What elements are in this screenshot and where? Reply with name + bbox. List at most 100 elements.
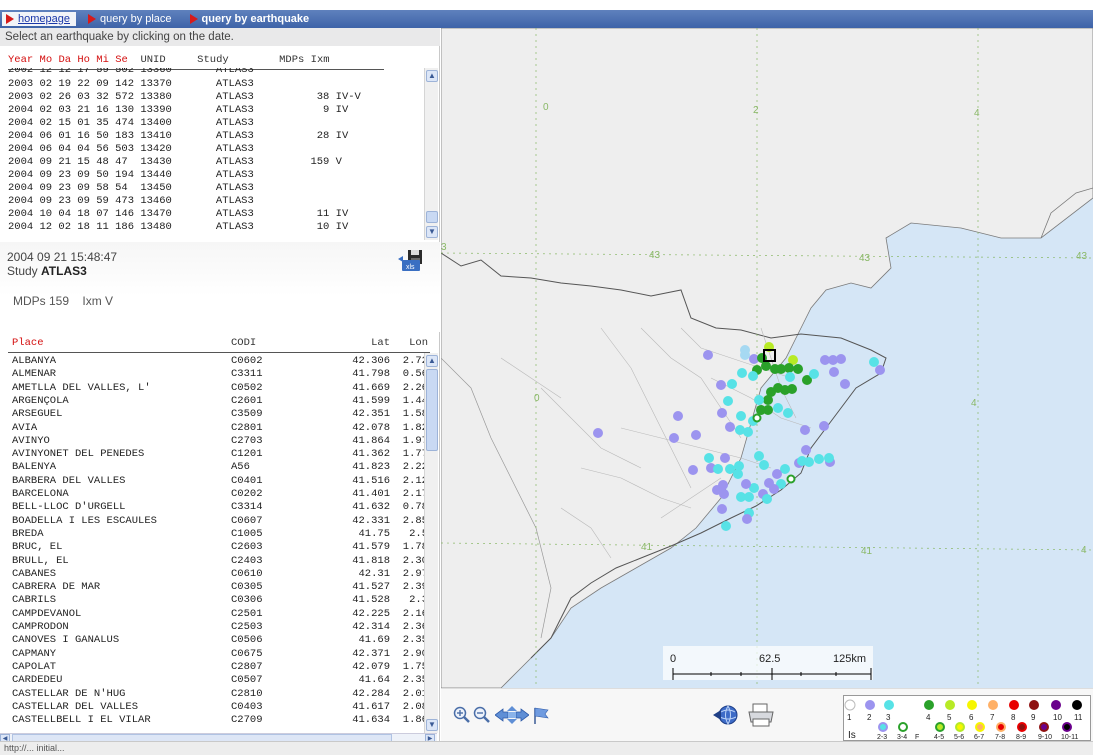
print-icon[interactable] (747, 702, 775, 728)
place-row[interactable]: CARDEDEU C0507 41.64 2.35 (0, 674, 424, 686)
place-codi: C2807 (231, 660, 263, 673)
earthquake-table-header: Year Mo Da Ho Mi Se UNID Study MDPs Ixm (8, 54, 384, 70)
earthquake-row[interactable]: 2004 12 02 18 11 186 13480 ATLAS3 10 IV (8, 221, 348, 233)
place-lat: 41.516 (352, 474, 390, 487)
place-row[interactable]: CABRILS C0306 41.528 2.3 (0, 594, 424, 606)
col-mdps: MDPs (279, 54, 305, 66)
place-row[interactable]: BRULL, EL C2403 41.818 2.30 (0, 555, 424, 567)
place-lon: 2.30 (402, 554, 424, 567)
earthquake-row[interactable]: 2004 06 01 16 50 183 13410 ATLAS3 28 IV (8, 130, 348, 142)
scroll-up-icon[interactable]: ▲ (426, 70, 438, 82)
earthquake-row-selected[interactable]: 2004 09 21 15 48 47 13430 ATLAS3 159 V (8, 156, 342, 168)
place-name: CASTELLAR DE N'HUG (12, 687, 126, 700)
intensity-point (721, 521, 731, 531)
place-row[interactable]: BARBERA DEL VALLES C0401 41.516 2.12 (0, 475, 424, 487)
scroll-up-icon[interactable]: ▲ (426, 355, 438, 367)
place-row[interactable]: BRUC, EL C2603 41.579 1.78 (0, 541, 424, 553)
intensity-point (691, 430, 701, 440)
zoom-in-icon[interactable] (453, 706, 471, 724)
legend-dot (1029, 700, 1039, 710)
earthquake-row[interactable]: 2003 02 26 03 32 572 13380 ATLAS3 38 IV-… (8, 91, 361, 103)
zoom-out-icon[interactable] (473, 706, 491, 724)
triangle-bullet-icon (189, 14, 198, 24)
place-row[interactable]: CABANES C0610 42.31 2.97 (0, 568, 424, 580)
svg-text:3: 3 (441, 242, 447, 253)
place-name: BOADELLA I LES ESCAULES (12, 514, 157, 527)
place-name: BARCELONA (12, 488, 69, 500)
legend-label: 6 (969, 713, 974, 722)
place-row[interactable]: ARGENÇOLA C2601 41.599 1.44 (0, 395, 424, 407)
scroll-thumb[interactable] (426, 369, 438, 451)
place-lat: 42.371 (352, 647, 390, 660)
place-row[interactable]: ALMENAR C3311 41.798 0.56 (0, 368, 424, 380)
place-row[interactable]: CASTELLAR DEL VALLES C0403 41.617 2.08 (0, 701, 424, 713)
place-list-scrollbar[interactable]: ▲ ▼ (424, 353, 438, 733)
nav-query-by-earthquake-link[interactable]: query by earthquake (186, 13, 316, 25)
legend-label: 4-5 (934, 734, 944, 741)
place-row[interactable]: CAPOLAT C2807 42.079 1.75 (0, 661, 424, 673)
place-row[interactable]: BELL-LLOC D'URGELL C3314 41.632 0.78 (0, 501, 424, 513)
place-codi: C2601 (231, 394, 263, 407)
earthquake-list-scrollbar[interactable]: ▲ ▼ (424, 68, 438, 240)
scroll-down-icon[interactable]: ▼ (426, 719, 438, 731)
study-value: ATLAS3 (41, 264, 87, 278)
legend-label: 6-7 (974, 734, 984, 741)
place-row[interactable]: BOADELLA I LES ESCAULES C0607 42.331 2.85 (0, 515, 424, 527)
earthquake-row[interactable]: 2003 02 19 22 09 142 13370 ATLAS3 (8, 78, 254, 90)
svg-text:43: 43 (1076, 251, 1088, 262)
earthquake-row[interactable]: 2004 06 04 04 56 503 13420 ATLAS3 (8, 143, 254, 155)
place-row[interactable]: AVINYO C2703 41.864 1.97 (0, 435, 424, 447)
intensity-point (744, 492, 754, 502)
scroll-down-icon[interactable]: ▼ (426, 226, 438, 238)
place-name: ARGENÇOLA (12, 394, 69, 407)
nav-homepage-link[interactable]: homepage (2, 12, 76, 26)
place-row[interactable]: BALENYA A56 41.823 2.22 (0, 461, 424, 473)
earthquake-row[interactable]: 2004 10 04 18 07 146 13470 ATLAS3 11 IV (8, 208, 348, 220)
place-row[interactable]: BREDA C1005 41.75 2.5 (0, 528, 424, 540)
place-row[interactable]: BARCELONA C0202 41.401 2.17 (0, 488, 424, 500)
place-row[interactable]: CASTELLAR DE N'HUG C2810 42.284 2.01 (0, 688, 424, 700)
place-row[interactable]: AMETLLA DEL VALLES, L' C0502 41.669 2.26 (0, 382, 424, 394)
earthquake-row-partial[interactable]: 2002 12 12 17 59 502 13360 ATLAS3 (8, 68, 254, 76)
col-study: Study (197, 54, 229, 66)
legend-label: 10 (1053, 713, 1062, 722)
place-row[interactable]: CANOVES I GANALUS C0506 41.69 2.35 (0, 634, 424, 646)
map-view[interactable]: 0 2 4 43 43 43 41 41 4 0 4 3 0 62.5 125k… (441, 28, 1093, 688)
place-lon: 2.26 (402, 381, 424, 394)
earthquake-row[interactable]: 2004 09 23 09 59 473 13460 ATLAS3 (8, 195, 254, 207)
place-row[interactable]: CAMPDEVANOL C2501 42.225 2.16 (0, 608, 424, 620)
place-row[interactable]: AVIA C2801 42.078 1.82 (0, 422, 424, 434)
place-row[interactable]: CAMPRODON C2503 42.314 2.36 (0, 621, 424, 633)
globe-icon[interactable] (713, 703, 739, 727)
intensity-point (814, 454, 824, 464)
place-lon: 1.82 (402, 421, 424, 434)
intensity-point (773, 403, 783, 413)
earthquake-row[interactable]: 2004 09 23 09 58 54 13450 ATLAS3 (8, 182, 254, 194)
place-name: CABANES (12, 567, 57, 580)
scroll-thumb[interactable] (426, 211, 438, 223)
earthquake-list: 2002 12 12 17 59 502 13360 ATLAS3 2003 0… (0, 68, 424, 240)
place-lat: 41.75 (358, 527, 390, 540)
nav-query-by-place-link[interactable]: query by place (84, 13, 178, 25)
place-row[interactable]: ARSEGUEL C3509 42.351 1.58 (0, 408, 424, 420)
legend-dot (996, 722, 1006, 732)
identify-flag-icon[interactable] (532, 706, 550, 724)
place-lat: 41.528 (352, 594, 390, 607)
earthquake-row[interactable]: 2004 09 23 09 50 194 13440 ATLAS3 (8, 169, 254, 181)
place-row[interactable]: AVINYONET DEL PENEDES C1201 41.362 1.77 (0, 448, 424, 460)
pan-icon[interactable] (494, 706, 530, 724)
earthquake-row[interactable]: 2004 02 15 01 35 474 13400 ATLAS3 (8, 117, 254, 129)
place-lat: 41.798 (352, 368, 390, 381)
export-xls-icon[interactable]: xls (398, 248, 426, 274)
place-row[interactable]: CAPMANY C0675 42.371 2.90 (0, 648, 424, 660)
place-row[interactable]: ALBANYA C0602 42.306 2.72 (0, 355, 424, 367)
nav-query-by-place-label: query by place (100, 13, 172, 25)
place-lon: 2.12 (402, 474, 424, 487)
nav-homepage-label: homepage (18, 13, 70, 25)
earthquake-row[interactable]: 2004 02 03 21 16 130 13390 ATLAS3 9 IV (8, 104, 348, 116)
place-row[interactable]: CABRERA DE MAR C0305 41.527 2.39 (0, 581, 424, 593)
svg-text:62.5: 62.5 (759, 653, 780, 665)
place-row[interactable]: CASTELLBELL I EL VILAR C2709 41.634 1.86 (0, 714, 424, 726)
place-name: ALBANYA (12, 355, 57, 367)
place-lat: 41.362 (352, 448, 390, 461)
